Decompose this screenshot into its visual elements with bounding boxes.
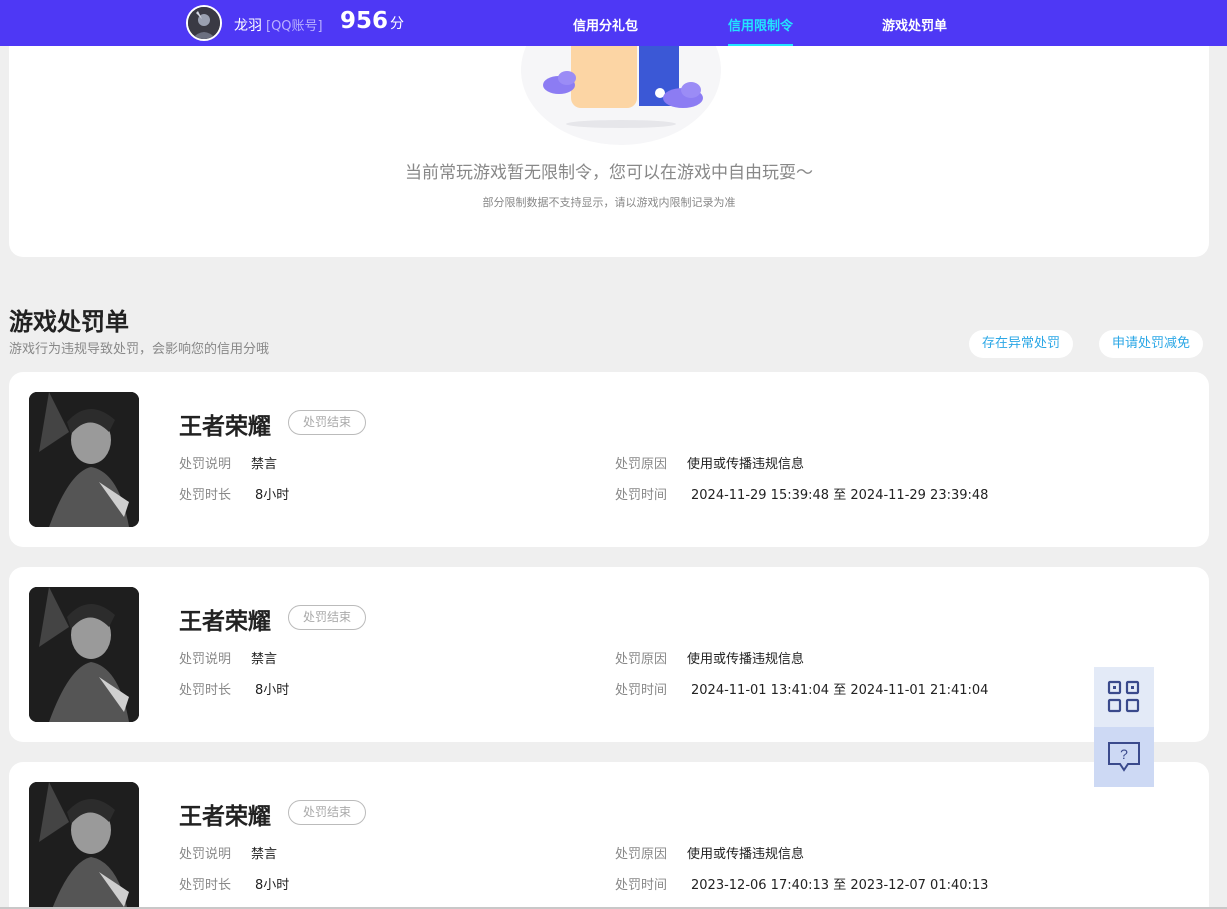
penalty-reason-label: 处罚原因 [615,457,668,472]
penalty-end-time: 2023-12-07 01:40:13 [850,878,989,893]
penalty-duration-value: 8小时 [255,488,290,503]
penalty-card[interactable]: 王者荣耀 处罚结束 处罚说明 禁言 处罚时长 8小时 处罚原因 使用或传播违规信… [9,567,1209,742]
penalty-reason-value: 使用或传播违规信息 [687,652,805,667]
status-badge: 处罚结束 [288,605,367,630]
user-name: 龙羽 [QQ账号] [234,15,323,35]
penalty-desc-label: 处罚说明 [179,652,232,667]
penalty-section-subtitle: 游戏行为违规导致处罚，会影响您的信用分哦 [9,342,270,357]
help-feedback-button[interactable]: ? [1094,727,1154,787]
penalty-desc-label: 处罚说明 [179,457,232,472]
penalty-section-title: 游戏处罚单 [9,308,129,336]
penalty-start-time: 2024-11-01 13:41:04 [691,683,830,698]
game-hero-image [29,392,139,527]
user-name-text: 龙羽 [234,18,262,34]
tab-game-penalty[interactable]: 游戏处罚单 [882,15,947,46]
penalty-time-separator: 至 [833,488,847,503]
penalty-time-label: 处罚时间 [615,683,668,698]
penalty-duration-value: 8小时 [255,878,290,893]
penalty-card[interactable]: 王者荣耀 处罚结束 处罚说明 禁言 处罚时长 8小时 处罚原因 使用或传播违规信… [9,762,1209,909]
tab-credit-gift[interactable]: 信用分礼包 [573,15,638,46]
help-chat-icon: ? [1108,742,1140,772]
svg-text:?: ? [1120,746,1128,762]
penalty-desc-value: 禁言 [251,847,278,862]
status-badge: 处罚结束 [288,800,367,825]
restriction-empty-note: 部分限制数据不支持显示，请以游戏内限制记录为准 [482,196,736,209]
restriction-card: 当前常玩游戏暂无限制令，您可以在游戏中自由玩耍～ 部分限制数据不支持显示，请以游… [9,0,1209,257]
top-nav-bar: 龙羽 [QQ账号] 956 分 信用分礼包 信用限制令 游戏处罚单 [0,0,1227,46]
penalty-desc-value: 禁言 [251,652,278,667]
penalty-duration-value: 8小时 [255,683,290,698]
empty-state-illustration [519,0,729,160]
game-name: 王者荣耀 [179,804,271,830]
penalty-desc-value: 禁言 [251,457,278,472]
restriction-empty-title: 当前常玩游戏暂无限制令，您可以在游戏中自由玩耍～ [405,163,813,183]
penalty-end-time: 2024-11-01 21:41:04 [850,683,989,698]
penalty-time-label: 处罚时间 [615,488,668,503]
user-avatar[interactable] [186,5,222,41]
penalty-time-separator: 至 [833,683,847,698]
account-type: [QQ账号] [266,19,323,34]
penalty-duration-label: 处罚时长 [179,683,232,698]
tab-credit-restriction[interactable]: 信用限制令 [728,15,794,46]
apply-penalty-reduction-button[interactable]: 申请处罚减免 [1099,330,1204,358]
penalty-reason-value: 使用或传播违规信息 [687,457,805,472]
penalty-end-time: 2024-11-29 23:39:48 [850,488,989,503]
game-hero-image [29,782,139,909]
penalty-start-time: 2024-11-29 15:39:48 [691,488,830,503]
penalty-time-label: 处罚时间 [615,878,668,893]
status-badge: 处罚结束 [288,410,367,435]
penalty-duration-label: 处罚时长 [179,878,232,893]
penalty-time-separator: 至 [833,878,847,893]
game-name: 王者荣耀 [179,414,271,440]
game-hero-image [29,587,139,722]
penalty-reason-value: 使用或传播违规信息 [687,847,805,862]
penalty-desc-label: 处罚说明 [179,847,232,862]
penalty-reason-label: 处罚原因 [615,847,668,862]
credit-score-unit: 分 [390,16,405,32]
qr-code-button[interactable] [1094,667,1154,727]
penalty-reason-label: 处罚原因 [615,652,668,667]
credit-score: 956 分 [340,8,404,34]
report-abnormal-penalty-button[interactable]: 存在异常处罚 [969,330,1074,358]
game-name: 王者荣耀 [179,609,271,635]
penalty-start-time: 2023-12-06 17:40:13 [691,878,830,893]
penalty-time-value: 2024-11-29 15:39:48 至 2024-11-29 23:39:4… [691,484,988,503]
penalty-duration-label: 处罚时长 [179,488,232,503]
credit-score-value: 956 [340,8,389,34]
penalty-time-value: 2024-11-01 13:41:04 至 2024-11-01 21:41:0… [691,679,988,698]
penalty-card[interactable]: 王者荣耀 处罚结束 处罚说明 禁言 处罚时长 8小时 处罚原因 使用或传播违规信… [9,372,1209,547]
qr-code-icon [1107,680,1140,713]
penalty-time-value: 2023-12-06 17:40:13 至 2023-12-07 01:40:1… [691,874,988,893]
